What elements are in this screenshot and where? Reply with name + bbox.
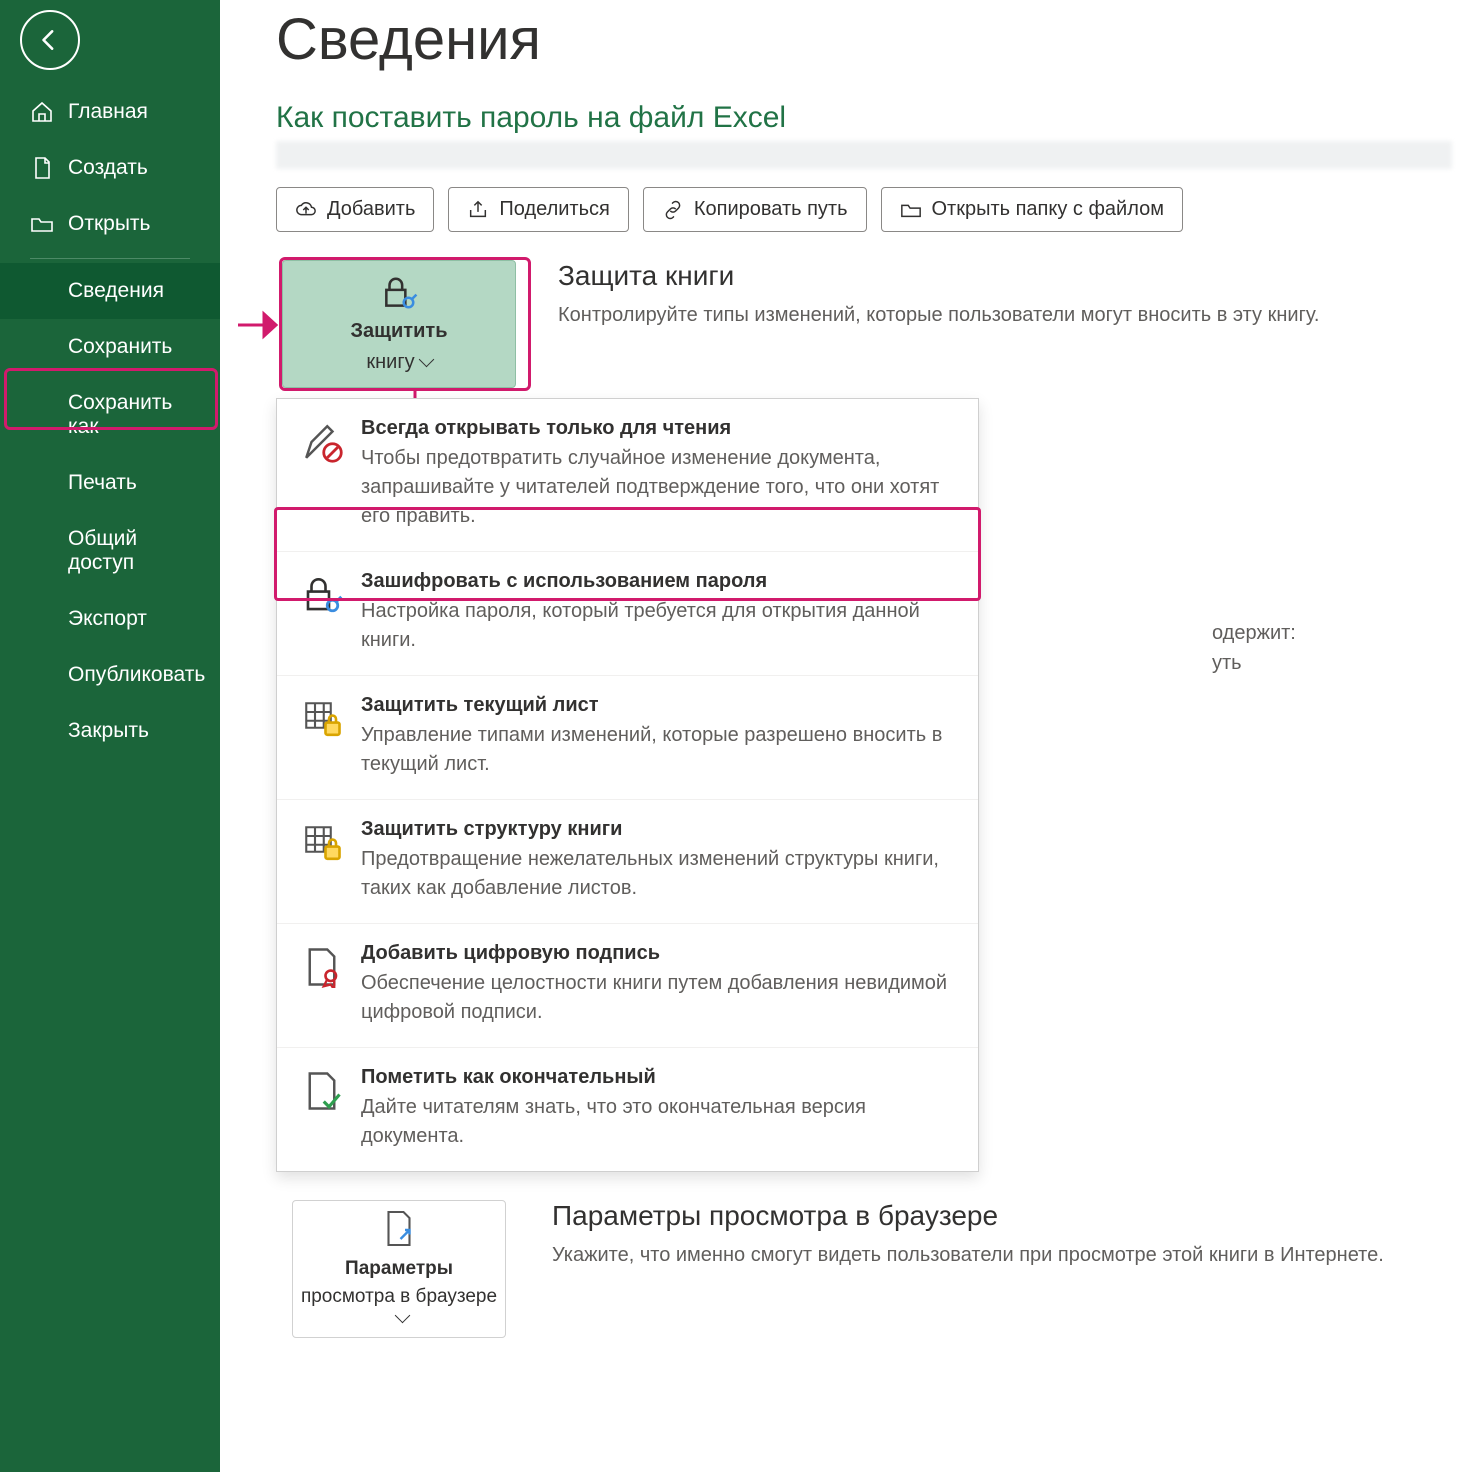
nav-publish[interactable]: Опубликовать [0, 647, 220, 703]
menu-desc: Настройка пароля, который требуется для … [361, 597, 956, 655]
home-icon [30, 100, 54, 124]
open-folder-button[interactable]: Открыть папку с файлом [881, 187, 1184, 232]
menu-title: Пометить как окончательный [361, 1066, 956, 1089]
protect-heading: Защита книги [558, 260, 1452, 292]
cloud-upload-icon [295, 199, 317, 221]
nav-share[interactable]: Общий доступ [0, 511, 220, 591]
file-path-blurred [276, 141, 1452, 169]
protect-workbook-button[interactable]: Защитить книгу [282, 260, 516, 388]
menu-open-readonly[interactable]: Всегда открывать только для чтения Чтобы … [277, 399, 978, 552]
file-name-link[interactable]: Как поставить пароль на файл Excel [276, 101, 1452, 135]
nav-export[interactable]: Экспорт [0, 591, 220, 647]
nav-label: Закрыть [68, 719, 149, 743]
menu-protect-structure[interactable]: Защитить структуру книги Предотвращение н… [277, 800, 978, 924]
nav-close[interactable]: Закрыть [0, 703, 220, 759]
menu-title: Всегда открывать только для чтения [361, 417, 956, 440]
menu-desc: Дайте читателям знать, что это окончател… [361, 1093, 956, 1151]
btn-label: Копировать путь [694, 198, 848, 221]
nav-label: Открыть [68, 212, 150, 236]
browser-view-options-button[interactable]: Параметры просмотра в браузере [292, 1200, 506, 1338]
action-row: Добавить Поделиться Копировать путь Откр… [276, 187, 1452, 232]
nav-label: Сохранить [68, 335, 172, 359]
btn-label: Поделиться [499, 198, 609, 221]
nav-separator [30, 258, 190, 259]
folder-icon [900, 199, 922, 221]
btn-title: Защитить [350, 320, 447, 342]
app-root: Главная Создать Открыть Сведения Сохрани… [0, 0, 1482, 1472]
share-icon [467, 199, 489, 221]
protect-section: Защитить книгу Защита книги Контролируйт… [276, 260, 1452, 388]
nav-open[interactable]: Открыть [0, 196, 220, 252]
main: Сведения Как поставить пароль на файл Ex… [220, 0, 1482, 1472]
btn-title: Параметры [345, 1258, 453, 1280]
nav-info[interactable]: Сведения [0, 263, 220, 319]
btn-label: Открыть папку с файлом [932, 198, 1165, 221]
overflowed-text-fragment: одержит: уть [1212, 618, 1296, 678]
nav-label: Сохранить как [68, 391, 196, 439]
btn-sub: просмотра в браузере [293, 1286, 505, 1330]
backstage-sidebar: Главная Создать Открыть Сведения Сохрани… [0, 0, 220, 1472]
share-button[interactable]: Поделиться [448, 187, 628, 232]
file-ribbon-icon [301, 946, 343, 988]
menu-digital-signature[interactable]: Добавить цифровую подпись Обеспечение цел… [277, 924, 978, 1048]
menu-encrypt-password[interactable]: Зашифровать с использованием пароля Настр… [277, 552, 978, 676]
workbook-lock-icon [301, 822, 343, 864]
nav-save-as[interactable]: Сохранить как [0, 375, 220, 455]
menu-desc: Обеспечение целостности книги путем доба… [361, 969, 956, 1027]
arrow-left-icon [37, 27, 63, 53]
back-button[interactable] [20, 10, 80, 70]
nav-save[interactable]: Сохранить [0, 319, 220, 375]
nav-print[interactable]: Печать [0, 455, 220, 511]
nav-label: Экспорт [68, 607, 147, 631]
nav-label: Общий доступ [68, 527, 196, 575]
sheet-lock-icon [301, 698, 343, 740]
link-icon [662, 199, 684, 221]
nav-label: Опубликовать [68, 663, 205, 687]
copy-path-button[interactable]: Копировать путь [643, 187, 867, 232]
menu-title: Добавить цифровую подпись [361, 942, 956, 965]
nav-new[interactable]: Создать [0, 140, 220, 196]
menu-mark-final[interactable]: Пометить как окончательный Дайте читателя… [277, 1048, 978, 1171]
menu-title: Защитить структуру книги [361, 818, 956, 841]
pencil-no-icon [301, 421, 343, 463]
btn-label: Добавить [327, 198, 415, 221]
menu-title: Защитить текущий лист [361, 694, 956, 717]
page-title: Сведения [276, 6, 1452, 73]
menu-desc: Управление типами изменений, которые раз… [361, 721, 956, 779]
nav: Главная Создать Открыть Сведения Сохрани… [0, 84, 220, 759]
menu-desc: Предотвращение нежелательных изменений с… [361, 845, 956, 903]
nav-home[interactable]: Главная [0, 84, 220, 140]
nav-label: Сведения [68, 279, 164, 303]
lock-key-icon [378, 274, 420, 312]
browser-heading: Параметры просмотра в браузере [552, 1200, 1452, 1232]
protect-desc-col: Защита книги Контролируйте типы изменени… [558, 260, 1452, 388]
lock-key-icon [301, 574, 343, 616]
annotation-arrow-right-icon [236, 308, 286, 342]
btn-sub: книгу [366, 351, 431, 373]
nav-label: Создать [68, 156, 148, 180]
nav-label: Печать [68, 471, 137, 495]
menu-desc: Чтобы предотвратить случайное изменение … [361, 444, 956, 531]
nav-label: Главная [68, 100, 148, 124]
menu-title: Зашифровать с использованием пароля [361, 570, 956, 593]
protect-button-wrap: Защитить книгу [282, 260, 528, 388]
browser-desc: Укажите, что именно смогут видеть пользо… [552, 1240, 1452, 1270]
folder-open-icon [30, 212, 54, 236]
protect-desc: Контролируйте типы изменений, которые по… [558, 300, 1452, 330]
menu-protect-sheet[interactable]: Защитить текущий лист Управление типами и… [277, 676, 978, 800]
file-check-icon [301, 1070, 343, 1112]
upload-button[interactable]: Добавить [276, 187, 434, 232]
file-arrow-icon [381, 1208, 417, 1252]
file-new-icon [30, 156, 54, 180]
browser-view-section: Параметры просмотра в браузере Параметры… [276, 1200, 1452, 1338]
protect-dropdown: Всегда открывать только для чтения Чтобы … [276, 398, 979, 1172]
